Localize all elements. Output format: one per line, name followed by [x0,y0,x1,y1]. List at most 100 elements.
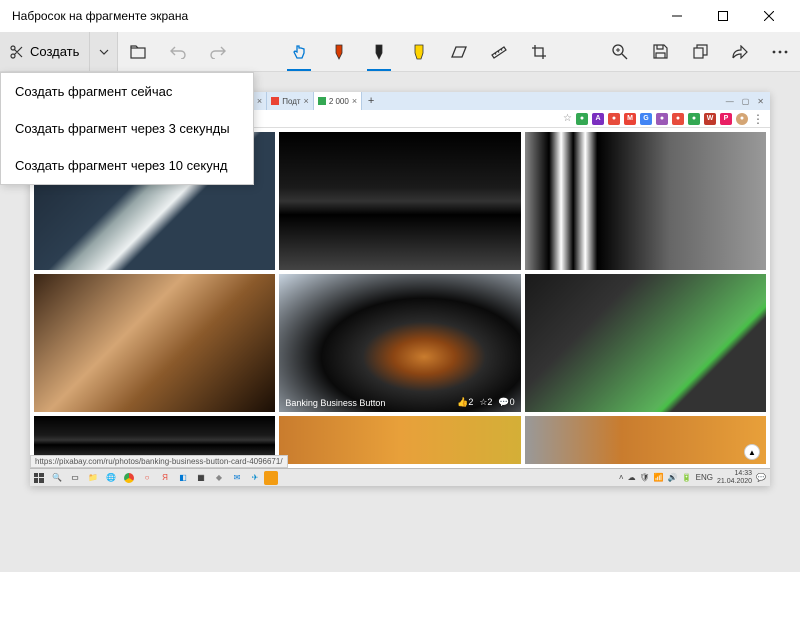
gallery-image[interactable] [279,132,520,270]
star-icon[interactable]: ☆ [563,113,572,124]
window-title: Набросок на фрагменте экрана [12,9,654,23]
task-view-button[interactable]: ▭ [66,469,84,487]
eraser-icon [450,45,468,59]
new-snip-dropdown-button[interactable] [90,32,118,71]
calc-icon[interactable]: ▦ [192,469,210,487]
action-tools [600,32,800,71]
close-button[interactable] [746,0,792,32]
highlighter-icon [412,43,426,61]
share-icon [732,45,748,59]
extension-icon[interactable]: A [592,113,604,125]
extension-icon[interactable]: P [720,113,732,125]
tray-icon[interactable]: 📶 [654,473,664,482]
save-button[interactable] [640,32,680,71]
save-icon [653,44,668,59]
start-button[interactable] [30,469,48,487]
browser-tab[interactable]: Подт× [267,92,314,110]
clock[interactable]: 14:33 21.04.2020 [717,470,752,486]
favs-icon[interactable]: ☆2 [479,397,492,408]
snip-10s-item[interactable]: Создать фрагмент через 10 секунд [1,147,253,184]
app-icon[interactable]: ◆ [210,469,228,487]
opera-icon[interactable]: ○ [138,469,156,487]
gallery-image[interactable] [279,416,520,464]
undo-button[interactable] [158,32,198,71]
browser-icon[interactable]: 🌐 [102,469,120,487]
ellipsis-icon [772,50,788,54]
undo-icon [170,45,186,59]
minimize-button[interactable] [654,0,700,32]
browser-menu-icon[interactable]: ⋮ [752,112,764,126]
snip-icon[interactable] [264,471,278,485]
extension-icon[interactable]: ● [576,113,588,125]
close-icon[interactable]: × [352,96,357,106]
browser-minimize-icon[interactable]: — [726,97,734,106]
touch-writing-button[interactable] [279,32,319,71]
gallery-image[interactable] [525,274,766,412]
image-stats: 👍2 ☆2 💬0 [457,397,515,408]
new-snip-label: Создать [30,44,79,59]
close-icon[interactable]: × [257,96,262,106]
black-pen-button[interactable] [359,32,399,71]
gallery-image[interactable] [525,416,766,464]
zoom-button[interactable] [600,32,640,71]
more-button[interactable] [760,32,800,71]
copy-icon [693,44,708,59]
share-button[interactable] [720,32,760,71]
tray-icon[interactable]: 🛡 [640,473,650,482]
red-pen-button[interactable] [319,32,359,71]
new-snip-button[interactable]: Создать [0,32,90,71]
telegram-icon[interactable]: ✈ [246,469,264,487]
folder-icon [130,45,146,59]
notifications-icon[interactable]: 💬 [756,473,766,482]
mail-icon[interactable]: ✉ [228,469,246,487]
language-indicator[interactable]: ENG [696,473,713,482]
extension-icon[interactable]: ● [672,113,684,125]
new-tab-button[interactable]: + [362,95,380,107]
extension-icon[interactable]: G [640,113,652,125]
snip-3s-item[interactable]: Создать фрагмент через 3 секунды [1,110,253,147]
tray-icon[interactable]: 🔋 [682,473,692,482]
chevron-down-icon [99,49,109,55]
search-button[interactable]: 🔍 [48,469,66,487]
extension-icon[interactable]: M [624,113,636,125]
highlighter-button[interactable] [399,32,439,71]
pen-black-icon [372,43,386,61]
likes-icon[interactable]: 👍2 [457,397,473,408]
extension-icon[interactable]: ● [688,113,700,125]
copy-button[interactable] [680,32,720,71]
tray-icon[interactable]: ☁ [628,473,636,482]
gallery-image-hovered[interactable]: Banking Business Button 👍2 ☆2 💬0 [279,274,520,412]
open-file-button[interactable] [118,32,158,71]
touch-icon [291,44,307,60]
image-caption: Banking Business Button [285,398,385,408]
extension-icon[interactable]: W [704,113,716,125]
gallery-image[interactable] [34,274,275,412]
redo-button[interactable] [198,32,238,71]
close-icon[interactable]: × [304,96,309,106]
browser-maximize-icon[interactable]: ▢ [742,97,750,106]
ruler-button[interactable] [479,32,519,71]
avatar-icon[interactable]: ● [736,113,748,125]
extension-icon[interactable]: ● [656,113,668,125]
crop-icon [531,44,547,60]
gallery-image[interactable] [525,132,766,270]
extension-icon[interactable]: ● [608,113,620,125]
browser-close-icon[interactable]: ✕ [757,97,764,106]
browser-tab-active[interactable]: 2 000× [314,92,362,110]
scroll-top-button[interactable]: ▲ [744,444,760,460]
explorer-icon[interactable]: 📁 [84,469,102,487]
eraser-button[interactable] [439,32,479,71]
chrome-icon[interactable] [120,469,138,487]
vscode-icon[interactable]: ◧ [174,469,192,487]
comments-icon[interactable]: 💬0 [498,397,514,408]
tray-up-icon[interactable]: ˄ [619,473,624,482]
pen-tools [279,32,559,71]
snip-now-item[interactable]: Создать фрагмент сейчас [1,73,253,110]
yandex-icon[interactable]: Я [156,469,174,487]
tray-icon[interactable]: 🔊 [668,473,678,482]
snip-icon [10,45,24,59]
redo-icon [210,45,226,59]
windows-taskbar: 🔍 ▭ 📁 🌐 ○ Я ◧ ▦ ◆ ✉ ✈ ˄ ☁ 🛡 📶 🔊 🔋 ENG [30,468,770,486]
maximize-button[interactable] [700,0,746,32]
crop-button[interactable] [519,32,559,71]
